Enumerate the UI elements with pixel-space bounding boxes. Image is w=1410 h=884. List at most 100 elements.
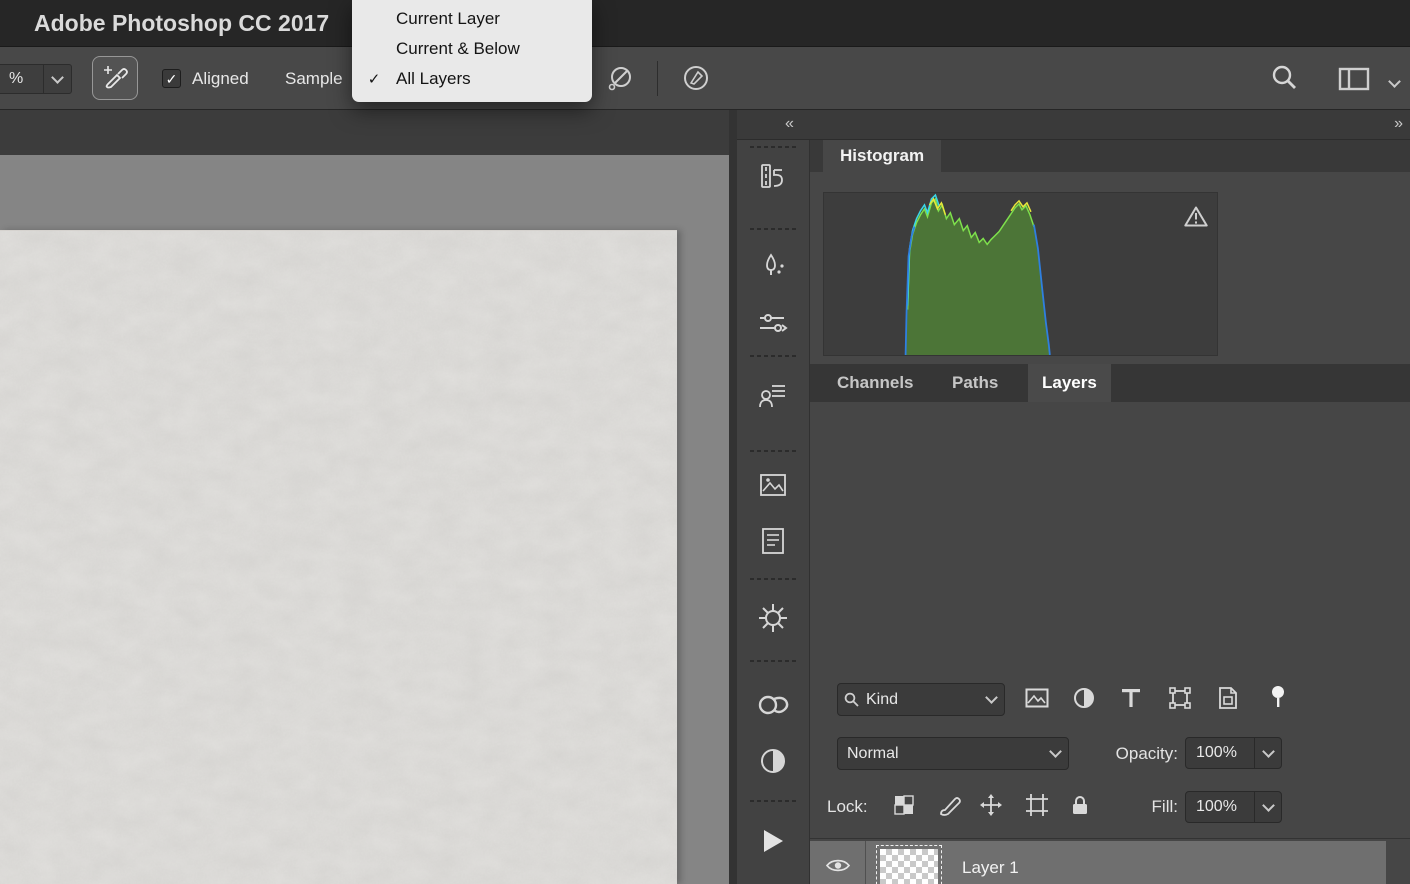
options-divider: [657, 61, 658, 96]
menu-item-current-and-below[interactable]: Current & Below: [352, 34, 592, 64]
filter-shape-layers-button[interactable]: [1160, 683, 1200, 717]
collapsed-panel-libraries[interactable]: [737, 465, 809, 509]
divider: [810, 838, 1410, 839]
circle-slash-icon: [606, 67, 634, 97]
histogram-panel: [810, 172, 1410, 364]
panel-tabs: Channels Paths Layers: [810, 364, 1410, 402]
search-icon: [1270, 65, 1298, 96]
drag-handle[interactable]: [750, 355, 796, 357]
menu-item-label: Current & Below: [396, 39, 520, 58]
opacity-value: 100%: [1196, 744, 1237, 761]
collapsed-panel-navigator[interactable]: [737, 598, 809, 642]
checkmark-icon: ✓: [367, 71, 381, 88]
sample-dropdown-menu: Current Layer Current & Below ✓ All Laye…: [352, 0, 592, 102]
half-circle-icon: [1073, 687, 1095, 714]
half-circle-icon: [759, 747, 787, 780]
layer-thumbnail[interactable]: [876, 845, 942, 884]
options-bar: % ✓ Aligned Sample: [0, 47, 1410, 110]
move-icon: [980, 793, 1002, 821]
fill-value-dropdown[interactable]: 100%: [1185, 791, 1282, 823]
tab-paths[interactable]: Paths: [938, 364, 1012, 402]
canvas-area: [0, 110, 729, 884]
collapsed-panel-actions[interactable]: [737, 821, 809, 865]
sample-label: Sample: [285, 69, 343, 88]
pen-pressure-button[interactable]: [681, 63, 711, 98]
histogram-header: Histogram: [810, 140, 1410, 172]
search-icon: [838, 692, 864, 707]
collapsed-panel-character[interactable]: [737, 376, 809, 420]
pasteboard[interactable]: [0, 155, 729, 884]
fill-value: 100%: [1196, 798, 1237, 815]
tab-histogram[interactable]: Histogram: [823, 140, 942, 172]
drag-handle[interactable]: [750, 578, 796, 580]
lock-transparent-pixels-button[interactable]: [886, 790, 922, 824]
artboard-icon: [1026, 793, 1048, 821]
drag-handle[interactable]: [750, 800, 796, 802]
lock-label: Lock:: [827, 797, 868, 816]
menu-item-all-layers[interactable]: ✓ All Layers: [352, 64, 592, 94]
checkmark-icon: ✓: [165, 71, 178, 87]
document-image[interactable]: [0, 230, 677, 884]
layer-filtering-toggle[interactable]: [1258, 683, 1298, 717]
eye-icon: [825, 858, 850, 878]
collapse-panels-button[interactable]: «: [785, 110, 795, 138]
healing-brush-icon: [101, 62, 129, 95]
histogram-graph: [904, 193, 1051, 356]
lock-icon: [1071, 794, 1089, 821]
shape-icon: [1169, 686, 1191, 714]
histogram-refresh-warning-button[interactable]: [1184, 206, 1208, 232]
checkerboard-icon: [894, 794, 914, 820]
expand-panels-button[interactable]: »: [1394, 110, 1404, 138]
filter-smart-objects-button[interactable]: [1208, 683, 1248, 717]
search-button[interactable]: [1270, 64, 1298, 97]
image-icon: [759, 473, 787, 502]
layer-row-layer-1[interactable]: Layer 1: [810, 841, 1386, 884]
lock-artboard-button[interactable]: [1019, 790, 1055, 824]
chevron-down-icon[interactable]: [43, 65, 71, 93]
active-tool-button[interactable]: [92, 56, 138, 100]
collapsed-panel-creative-cloud[interactable]: [737, 685, 809, 729]
fill-label: Fill:: [1151, 797, 1178, 816]
workspace-chevron-button[interactable]: [1388, 73, 1401, 91]
workspace-switcher-button[interactable]: [1338, 67, 1370, 96]
ignore-adjustment-layers-button[interactable]: [606, 65, 634, 98]
lock-all-button[interactable]: [1062, 790, 1098, 824]
type-icon: [1121, 688, 1141, 713]
tab-layers[interactable]: Layers: [1028, 364, 1111, 402]
character-icon: [759, 382, 787, 415]
smart-object-icon: [1218, 686, 1238, 715]
opacity-value-dropdown[interactable]: 100%: [1185, 737, 1282, 769]
collapsed-panel-properties[interactable]: [737, 521, 809, 565]
menu-item-current-layer[interactable]: Current Layer: [352, 4, 592, 34]
aligned-checkbox[interactable]: ✓: [162, 69, 181, 88]
filter-pixel-layers-button[interactable]: [1017, 683, 1057, 717]
drag-handle[interactable]: [750, 228, 796, 230]
toggle-pin-icon: [1270, 685, 1286, 716]
drag-handle[interactable]: [750, 450, 796, 452]
chevron-down-icon: [978, 691, 1004, 704]
image-icon: [1025, 688, 1049, 713]
kind-label: Kind: [866, 690, 899, 708]
blend-mode-dropdown[interactable]: Normal: [837, 737, 1069, 770]
visibility-toggle[interactable]: [810, 841, 866, 884]
lock-image-pixels-button[interactable]: [932, 790, 968, 824]
layer-name[interactable]: Layer 1: [962, 841, 1019, 884]
blend-mode-value: Normal: [847, 744, 899, 762]
panel-layout-icon: [1338, 67, 1370, 95]
document-lines-icon: [761, 527, 785, 560]
kind-filter-dropdown[interactable]: Kind: [837, 683, 1005, 716]
collapsed-panels-strip: [737, 140, 810, 884]
histogram-plot: [823, 192, 1218, 356]
drag-handle[interactable]: [750, 660, 796, 662]
tab-channels[interactable]: Channels: [823, 364, 928, 402]
collapsed-panel-brush-presets[interactable]: [737, 303, 809, 347]
lock-position-button[interactable]: [973, 790, 1009, 824]
collapsed-panel-brush-settings[interactable]: [737, 246, 809, 290]
collapsed-panel-adjustments[interactable]: [737, 741, 809, 785]
filter-adjustment-layers-button[interactable]: [1064, 683, 1104, 717]
filter-type-layers-button[interactable]: [1111, 683, 1151, 717]
title-bar: Adobe Photoshop CC 2017: [0, 0, 1410, 47]
opacity-percent-dropdown[interactable]: %: [0, 64, 72, 94]
drag-handle[interactable]: [750, 146, 796, 148]
collapsed-panel-clone-source[interactable]: [737, 158, 809, 202]
